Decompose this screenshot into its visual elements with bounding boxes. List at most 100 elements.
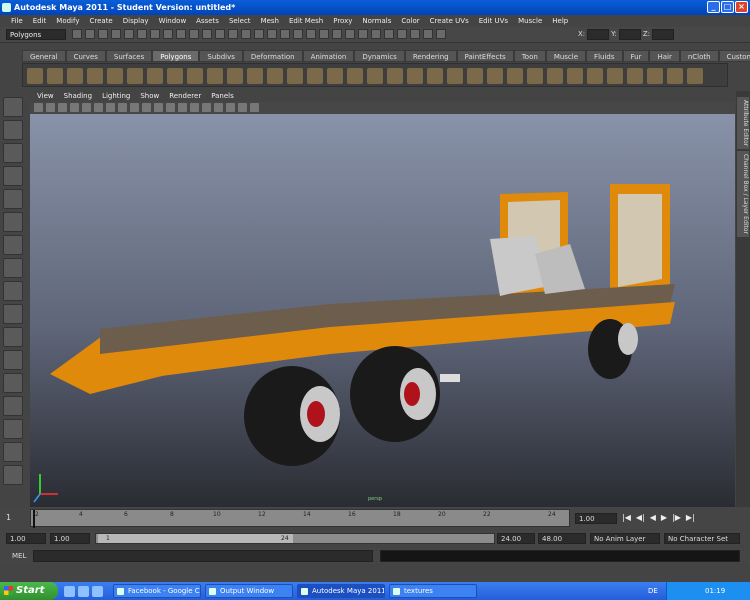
persp-graph-layout-icon[interactable]: [3, 396, 23, 416]
extrude-icon[interactable]: [487, 68, 503, 84]
perspective-viewport[interactable]: View Shading Lighting Show Renderer Pane…: [30, 91, 735, 507]
start-button[interactable]: Start: [0, 582, 58, 600]
task-textures[interactable]: textures: [389, 584, 477, 598]
mirror-geometry-icon[interactable]: [387, 68, 403, 84]
outliner-layout-icon[interactable]: [3, 442, 23, 462]
safe-action-icon[interactable]: [130, 103, 139, 112]
checker-texture-icon[interactable]: [667, 68, 683, 84]
gate-mask-icon[interactable]: [106, 103, 115, 112]
soft-modification-icon[interactable]: [3, 258, 23, 278]
textured-icon[interactable]: [190, 103, 199, 112]
close-button[interactable]: ×: [735, 1, 748, 13]
browser-icon[interactable]: [64, 585, 75, 597]
history-icon[interactable]: [332, 29, 342, 39]
select-tool-icon[interactable]: [3, 97, 23, 117]
media-player-icon[interactable]: [78, 585, 89, 597]
poly-soccer-ball-icon[interactable]: [227, 68, 243, 84]
menu-assets[interactable]: Assets: [191, 15, 224, 27]
combine-icon[interactable]: [267, 68, 283, 84]
play-forward-icon[interactable]: ▶: [661, 513, 667, 522]
scene-view[interactable]: persp: [30, 114, 735, 507]
cylindrical-mapping-icon[interactable]: [607, 68, 623, 84]
task-output-window[interactable]: Output Window: [205, 584, 293, 598]
mask-handles-icon[interactable]: [150, 29, 160, 39]
mask-dynamics-icon[interactable]: [215, 29, 225, 39]
panel-menu-renderer[interactable]: Renderer: [164, 91, 206, 102]
smooth-shade-icon[interactable]: [166, 103, 175, 112]
tab-custom[interactable]: Custom: [718, 50, 750, 62]
field-chart-icon[interactable]: [118, 103, 127, 112]
channel-box-tab[interactable]: Channel Box / Layer Editor: [737, 151, 749, 237]
poly-cube-icon[interactable]: [47, 68, 63, 84]
menu-modify[interactable]: Modify: [51, 15, 84, 27]
bridge-icon[interactable]: [507, 68, 523, 84]
high-quality-icon[interactable]: [250, 103, 259, 112]
range-slider[interactable]: 1 24: [95, 533, 495, 544]
planar-mapping-icon[interactable]: [587, 68, 603, 84]
ipr-render-icon[interactable]: [371, 29, 381, 39]
menu-select[interactable]: Select: [224, 15, 256, 27]
poly-cylinder-icon[interactable]: [67, 68, 83, 84]
scale-tool-icon[interactable]: [3, 212, 23, 232]
task-facebook[interactable]: Facebook - Google C...: [113, 584, 201, 598]
mask-surfaces-icon[interactable]: [189, 29, 199, 39]
make-live-icon[interactable]: [319, 29, 329, 39]
open-scene-icon[interactable]: [85, 29, 95, 39]
tab-animation[interactable]: Animation: [302, 50, 355, 62]
separate-icon[interactable]: [287, 68, 303, 84]
task-maya[interactable]: Autodesk Maya 2011 ...: [297, 584, 385, 598]
menu-set-dropdown[interactable]: Polygons: [6, 29, 66, 40]
tab-general[interactable]: General: [22, 50, 66, 62]
menu-mesh[interactable]: Mesh: [256, 15, 284, 27]
playback-end-field[interactable]: 24.00: [497, 533, 535, 544]
tab-ncloth[interactable]: nCloth: [679, 50, 719, 62]
menu-window[interactable]: Window: [154, 15, 192, 27]
show-attribute-editor-icon[interactable]: [423, 29, 433, 39]
duplicate-face-icon[interactable]: [567, 68, 583, 84]
command-language-label[interactable]: MEL: [12, 552, 26, 560]
select-object-icon[interactable]: [124, 29, 134, 39]
custom-layout-icon[interactable]: [3, 465, 23, 485]
highlight-selection-icon[interactable]: [254, 29, 264, 39]
uv-texture-editor-icon[interactable]: [687, 68, 703, 84]
tab-fluids[interactable]: Fluids: [586, 50, 623, 62]
maximize-button[interactable]: □: [721, 1, 734, 13]
smooth-icon[interactable]: [347, 68, 363, 84]
automatic-mapping-icon[interactable]: [647, 68, 663, 84]
isolate-select-icon[interactable]: [238, 103, 247, 112]
safe-title-icon[interactable]: [142, 103, 151, 112]
time-slider-track[interactable]: 2 4 6 8 10 12 14 16 18 20 22 24: [30, 509, 570, 528]
menu-muscle[interactable]: Muscle: [513, 15, 547, 27]
resolution-gate-icon[interactable]: [94, 103, 103, 112]
panel-menu-lighting[interactable]: Lighting: [97, 91, 135, 102]
extract-icon[interactable]: [307, 68, 323, 84]
append-polygon-icon[interactable]: [427, 68, 443, 84]
attribute-editor-tab[interactable]: Attribute Editor: [737, 97, 749, 150]
panel-menu-shading[interactable]: Shading: [59, 91, 97, 102]
bevel-icon[interactable]: [527, 68, 543, 84]
lock-selection-icon[interactable]: [241, 29, 251, 39]
image-plane-icon[interactable]: [58, 103, 67, 112]
single-perspective-layout-icon[interactable]: [3, 327, 23, 347]
shadows-icon[interactable]: [214, 103, 223, 112]
tab-fur[interactable]: Fur: [622, 50, 650, 62]
mask-rendering-icon[interactable]: [228, 29, 238, 39]
panel-menu-panels[interactable]: Panels: [206, 91, 239, 102]
snap-view-plane-icon[interactable]: [306, 29, 316, 39]
animation-start-field[interactable]: 1.00: [6, 533, 46, 544]
tab-polygons[interactable]: Polygons: [152, 50, 200, 62]
menu-edit-uvs[interactable]: Edit UVs: [474, 15, 513, 27]
menu-edit-mesh[interactable]: Edit Mesh: [284, 15, 328, 27]
camera-attributes-icon[interactable]: [34, 103, 43, 112]
y-field[interactable]: [618, 29, 641, 40]
fill-hole-icon[interactable]: [407, 68, 423, 84]
step-forward-key-icon[interactable]: |▶: [672, 513, 681, 522]
show-manipulator-icon[interactable]: [3, 281, 23, 301]
persp-outliner-layout-icon[interactable]: [3, 373, 23, 393]
panel-menu-view[interactable]: View: [32, 91, 59, 102]
booleans-icon[interactable]: [327, 68, 343, 84]
select-component-icon[interactable]: [137, 29, 147, 39]
panel-menu-show[interactable]: Show: [135, 91, 164, 102]
rotate-tool-icon[interactable]: [3, 189, 23, 209]
menu-color[interactable]: Color: [396, 15, 424, 27]
